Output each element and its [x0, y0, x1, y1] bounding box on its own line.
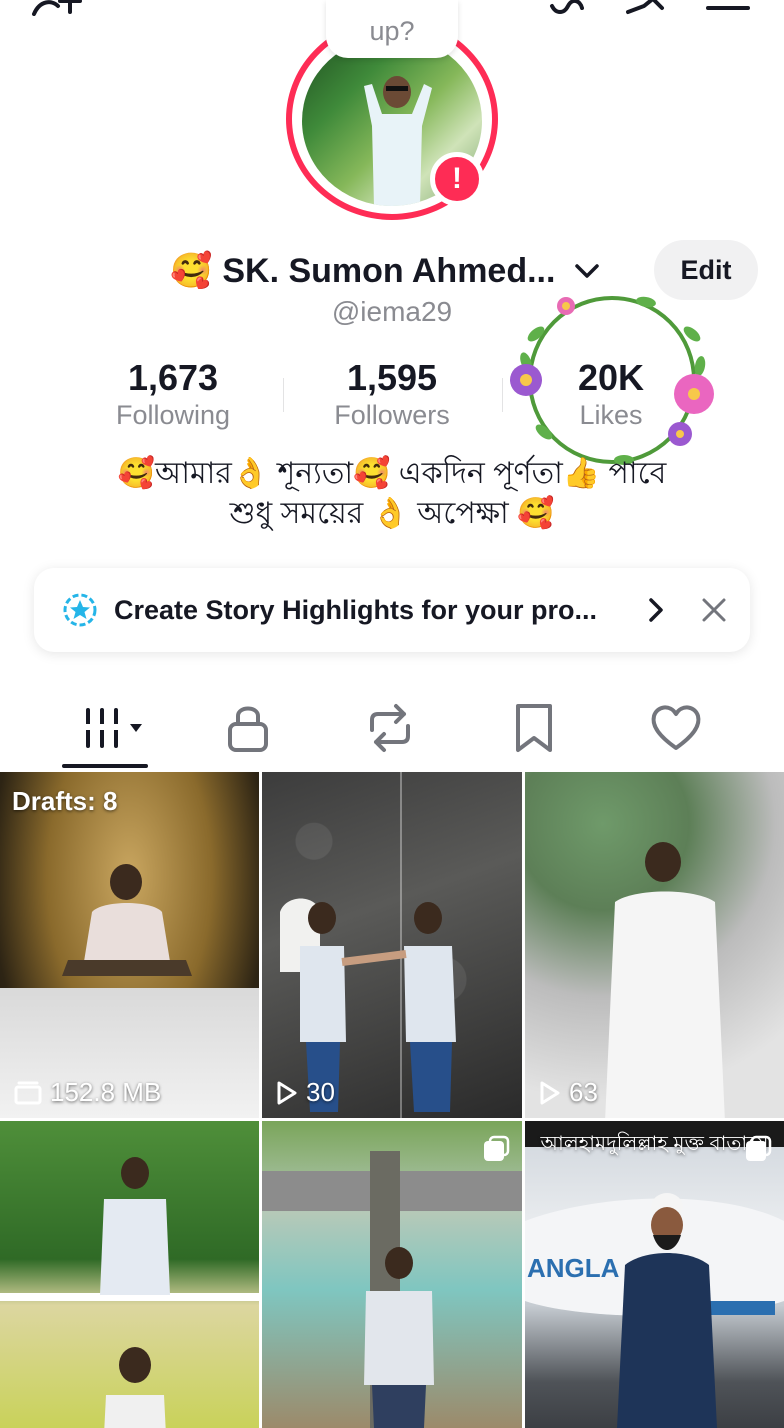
bookmark-icon[interactable] — [506, 702, 562, 754]
close-icon[interactable] — [698, 594, 730, 626]
active-tab-indicator — [62, 764, 148, 768]
star-badge-icon — [63, 593, 97, 627]
drafts-size: 152.8 MB — [14, 1077, 161, 1108]
carousel-icon — [746, 1135, 772, 1161]
bio-line-2: শুধু সময়ের 👌 অপেক্ষা 🥰 — [229, 497, 555, 530]
following-label: Following — [115, 400, 231, 430]
flower-purple-bottom — [668, 422, 692, 446]
name-emoji: 🥰 — [170, 252, 213, 290]
flower-wreath-decoration — [510, 296, 714, 465]
person-graphic — [364, 1247, 434, 1428]
person-graphic — [100, 1157, 170, 1295]
avatar-person-graphic — [364, 76, 432, 206]
video-tile[interactable]: 30 — [262, 772, 522, 1118]
drafts-tile[interactable]: Drafts: 8 152.8 MB — [0, 772, 259, 1118]
view-count-text: 30 — [306, 1077, 335, 1107]
chevron-down-icon[interactable] — [573, 261, 601, 281]
story-highlights-text: Create Story Highlights for your pro... — [114, 595, 598, 625]
repost-icon[interactable] — [362, 702, 418, 754]
play-icon — [277, 1081, 297, 1104]
story-highlights-banner[interactable]: Create Story Highlights for your pro... — [34, 568, 750, 652]
person-graphic — [104, 1347, 166, 1428]
stat-divider — [283, 378, 284, 412]
heart-icon[interactable] — [648, 702, 704, 754]
followers-label: Followers — [334, 400, 450, 430]
view-count: 30 — [276, 1077, 335, 1108]
add-friend-icon[interactable] — [30, 0, 86, 16]
view-count-text: 63 — [569, 1077, 598, 1107]
menu-icon[interactable] — [706, 0, 750, 16]
video-tile[interactable]: আলহামদুলিল্লাহ মুক্ত বাতাসে ANGLA — [525, 1121, 784, 1428]
stack-icon — [14, 1081, 42, 1104]
view-count: 63 — [539, 1077, 598, 1108]
status-bubble[interactable]: up? — [326, 0, 458, 58]
person-graphic — [62, 864, 192, 976]
flower-pink-top — [557, 297, 575, 315]
person-graphic — [605, 842, 725, 1118]
stats-icon[interactable] — [548, 0, 588, 16]
creator-tools-icon[interactable] — [624, 0, 672, 16]
person-graphic — [617, 1193, 717, 1428]
following-count: 1,673 — [127, 357, 219, 398]
following-stat[interactable]: 1,673 Following — [100, 356, 246, 430]
lock-icon[interactable] — [220, 702, 276, 754]
drafts-size-text: 152.8 MB — [50, 1077, 162, 1107]
flower-pink-right — [674, 374, 714, 414]
followers-count: 1,595 — [346, 357, 438, 398]
video-tile[interactable]: 63 — [525, 772, 784, 1118]
video-tile[interactable] — [0, 1121, 259, 1428]
chevron-right-icon[interactable] — [648, 596, 664, 624]
flower-purple-left — [510, 364, 542, 396]
video-tile[interactable] — [262, 1121, 522, 1428]
play-icon — [540, 1081, 560, 1104]
grid-icon[interactable] — [80, 702, 148, 754]
followers-stat[interactable]: 1,595 Followers — [322, 356, 462, 430]
drafts-label: Drafts: 8 — [12, 786, 118, 816]
carousel-icon — [484, 1135, 510, 1161]
bio-line-1: 🥰আমার👌 শূন্যতা🥰 একদিন পূর্ণতা👍 পাবে — [117, 457, 667, 490]
alert-icon[interactable]: ! — [430, 152, 484, 206]
